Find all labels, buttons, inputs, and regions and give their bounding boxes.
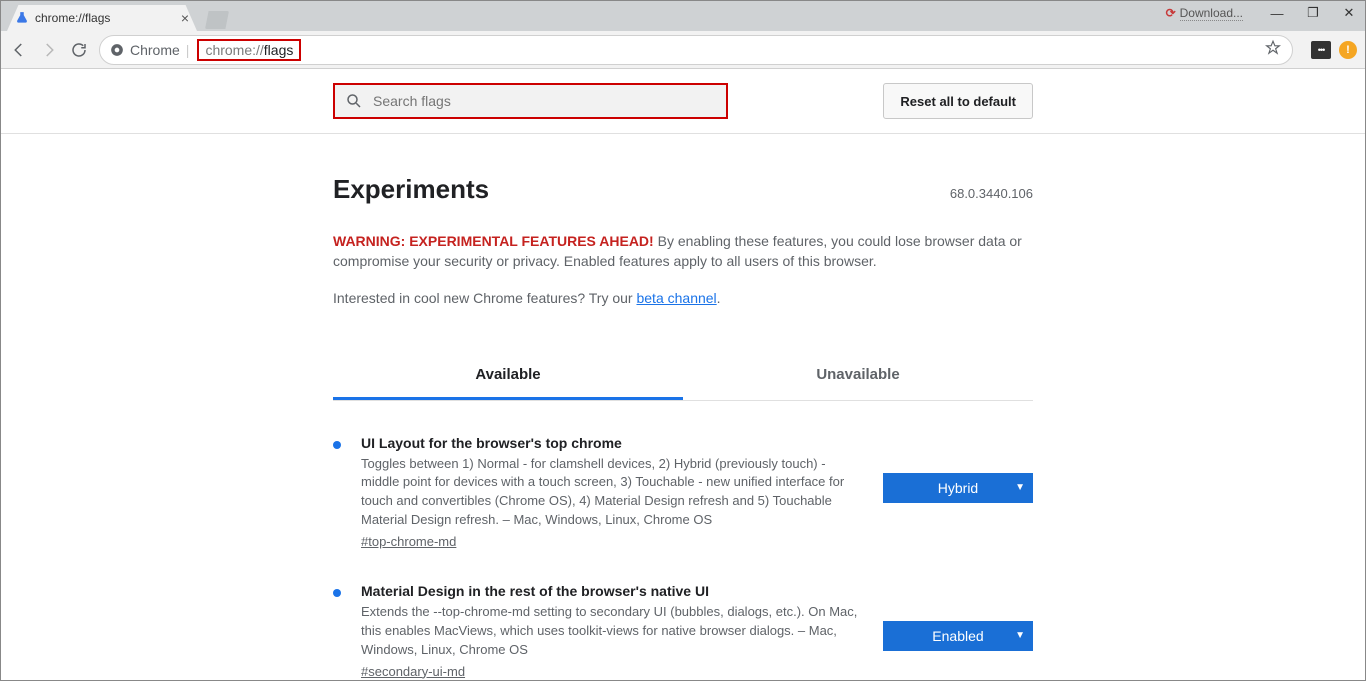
- page-content: Reset all to default Experiments 68.0.34…: [1, 69, 1365, 682]
- chevron-down-icon: ▼: [1015, 482, 1025, 493]
- maximize-button[interactable]: ❐: [1301, 3, 1325, 23]
- address-bar[interactable]: Chrome | chrome://flags: [99, 35, 1293, 65]
- sync-icon: ⟳: [1166, 6, 1176, 20]
- close-button[interactable]: ✕: [1337, 3, 1361, 23]
- tab-available[interactable]: Available: [333, 352, 683, 400]
- search-input[interactable]: [373, 93, 716, 109]
- page-title: Experiments: [333, 174, 489, 205]
- flags-list: UI Layout for the browser's top chrome T…: [333, 435, 1033, 679]
- flag-title: UI Layout for the browser's top chrome: [361, 435, 863, 451]
- titlebar: chrome://flags × ⟳ Download... — ❐ ✕: [1, 1, 1365, 31]
- chrome-icon: [110, 43, 124, 57]
- toolbar-right-icons: ••• !: [1311, 41, 1357, 59]
- new-tab-button[interactable]: [205, 11, 229, 29]
- flag-select[interactable]: Hybrid ▼: [883, 473, 1033, 503]
- forward-button[interactable]: [39, 40, 59, 60]
- tab-title: chrome://flags: [35, 11, 110, 25]
- search-icon: [345, 92, 363, 110]
- origin-chip: Chrome |: [110, 42, 189, 58]
- search-flags-box[interactable]: [333, 83, 728, 119]
- reset-button[interactable]: Reset all to default: [883, 83, 1033, 119]
- bookmark-star-icon[interactable]: [1264, 39, 1282, 60]
- beta-link[interactable]: beta channel: [636, 290, 716, 306]
- back-button[interactable]: [9, 40, 29, 60]
- main-column: Experiments 68.0.3440.106 WARNING: EXPER…: [333, 134, 1033, 679]
- profile-avatar[interactable]: !: [1339, 41, 1357, 59]
- status-dot-icon: [333, 441, 341, 449]
- minimize-button[interactable]: —: [1265, 3, 1289, 23]
- flag-hash-link[interactable]: #secondary-ui-md: [361, 664, 465, 679]
- window-controls: ⟳ Download... — ❐ ✕: [1166, 3, 1361, 23]
- browser-toolbar: Chrome | chrome://flags ••• !: [1, 31, 1365, 69]
- flag-description: Extends the --top-chrome-md setting to s…: [361, 603, 863, 660]
- tabs: Available Unavailable: [333, 352, 1033, 401]
- tab-close-icon[interactable]: ×: [181, 10, 189, 26]
- flask-icon: [15, 11, 29, 25]
- flag-item: Material Design in the rest of the brows…: [333, 583, 1033, 679]
- search-bar-row: Reset all to default: [1, 69, 1365, 134]
- browser-tab[interactable]: chrome://flags ×: [7, 5, 197, 31]
- flag-title: Material Design in the rest of the brows…: [361, 583, 863, 599]
- extension-icon[interactable]: •••: [1311, 41, 1331, 59]
- flag-description: Toggles between 1) Normal - for clamshel…: [361, 455, 863, 530]
- flag-hash-link[interactable]: #top-chrome-md: [361, 534, 456, 549]
- chevron-down-icon: ▼: [1015, 630, 1025, 641]
- tab-unavailable[interactable]: Unavailable: [683, 352, 1033, 400]
- reload-button[interactable]: [69, 40, 89, 60]
- flag-item: UI Layout for the browser's top chrome T…: [333, 435, 1033, 549]
- beta-text: Interested in cool new Chrome features? …: [333, 290, 1033, 306]
- flag-select[interactable]: Enabled ▼: [883, 621, 1033, 651]
- url-text: chrome://flags: [197, 39, 301, 61]
- status-dot-icon: [333, 589, 341, 597]
- download-indicator[interactable]: ⟳ Download...: [1166, 6, 1243, 21]
- version-label: 68.0.3440.106: [950, 186, 1033, 201]
- warning-text: WARNING: EXPERIMENTAL FEATURES AHEAD! By…: [333, 231, 1033, 272]
